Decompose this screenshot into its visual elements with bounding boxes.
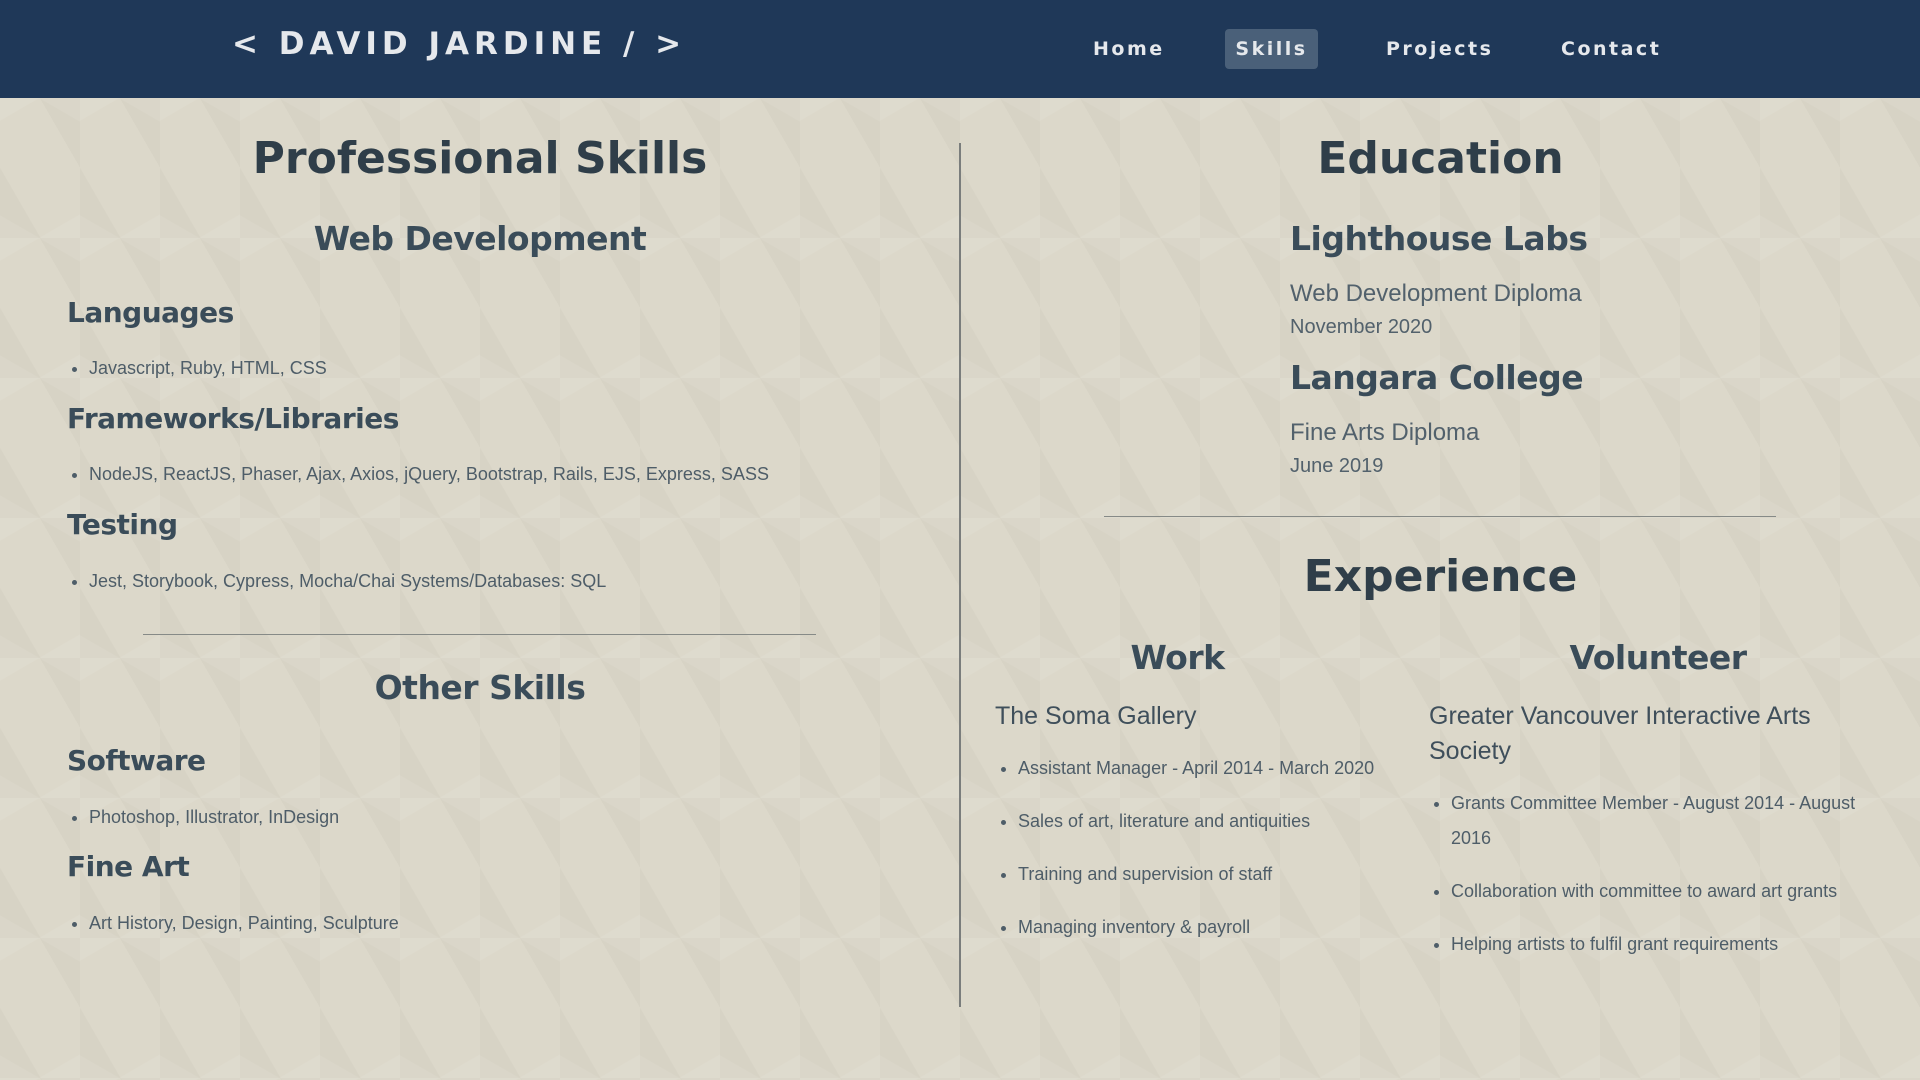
volunteer-heading: Volunteer [1569,638,1747,677]
list-item: Jest, Storybook, Cypress, Mocha/Chai Sys… [89,567,606,595]
frameworks-heading: Frameworks/Libraries [67,402,399,435]
list-item: Photoshop, Illustrator, InDesign [89,803,339,831]
list-item: Managing inventory & payroll [1018,910,1378,945]
testing-list: Jest, Storybook, Cypress, Mocha/Chai Sys… [67,567,606,595]
list-item: Grants Committee Member - August 2014 - … [1451,786,1891,856]
software-list: Photoshop, Illustrator, InDesign [67,803,339,831]
list-item: Collaboration with committee to award ar… [1451,874,1891,909]
list-item: NodeJS, ReactJS, Phaser, Ajax, Axios, jQ… [89,460,769,488]
school-credential: Web Development Diploma [1290,280,1582,307]
other-skills-heading: Other Skills [374,668,586,707]
languages-heading: Languages [67,296,234,329]
fine-art-list: Art History, Design, Painting, Sculpture [67,909,399,937]
main-content: Professional Skills Web Development Lang… [0,98,1920,1080]
section-divider [1104,516,1776,517]
frameworks-list: NodeJS, ReactJS, Phaser, Ajax, Axios, jQ… [67,460,769,488]
web-development-heading: Web Development [313,219,647,258]
list-item: Javascript, Ruby, HTML, CSS [89,354,327,382]
navbar: < DAVID JARDINE / > Home Skills Projects… [0,0,1920,98]
school-date: June 2019 [1290,455,1384,477]
school-credential: Fine Arts Diploma [1290,419,1480,446]
school-date: November 2020 [1290,316,1433,338]
languages-list: Javascript, Ruby, HTML, CSS [67,354,327,382]
education-title: Education [1317,133,1564,184]
school-name: Lighthouse Labs [1290,219,1588,258]
section-divider [143,634,816,635]
brand-logo[interactable]: < DAVID JARDINE / > [232,26,686,62]
nav-projects-link[interactable]: Projects [1386,29,1491,69]
fine-art-heading: Fine Art [67,850,190,883]
list-item: Helping artists to fulfil grant requirem… [1451,927,1891,962]
school-name: Langara College [1290,358,1584,397]
list-item: Training and supervision of staff [1018,857,1378,892]
professional-skills-title: Professional Skills [252,133,708,184]
nav-home-link[interactable]: Home [1093,29,1162,69]
work-duties-list: Assistant Manager - April 2014 - March 2… [996,751,1378,963]
volunteer-organization: Greater Vancouver Interactive Arts Socie… [1429,702,1811,765]
work-heading: Work [1130,638,1225,677]
list-item: Sales of art, literature and antiquities [1018,804,1378,839]
testing-heading: Testing [67,508,178,541]
software-heading: Software [67,744,206,777]
work-organization: The Soma Gallery [995,702,1197,730]
volunteer-duties-list: Grants Committee Member - August 2014 - … [1429,786,1891,980]
experience-title: Experience [1303,551,1578,602]
list-item: Art History, Design, Painting, Sculpture [89,909,399,937]
nav-contact-link[interactable]: Contact [1561,29,1659,69]
nav-skills-link[interactable]: Skills [1225,29,1318,69]
list-item: Assistant Manager - April 2014 - March 2… [1018,751,1378,786]
